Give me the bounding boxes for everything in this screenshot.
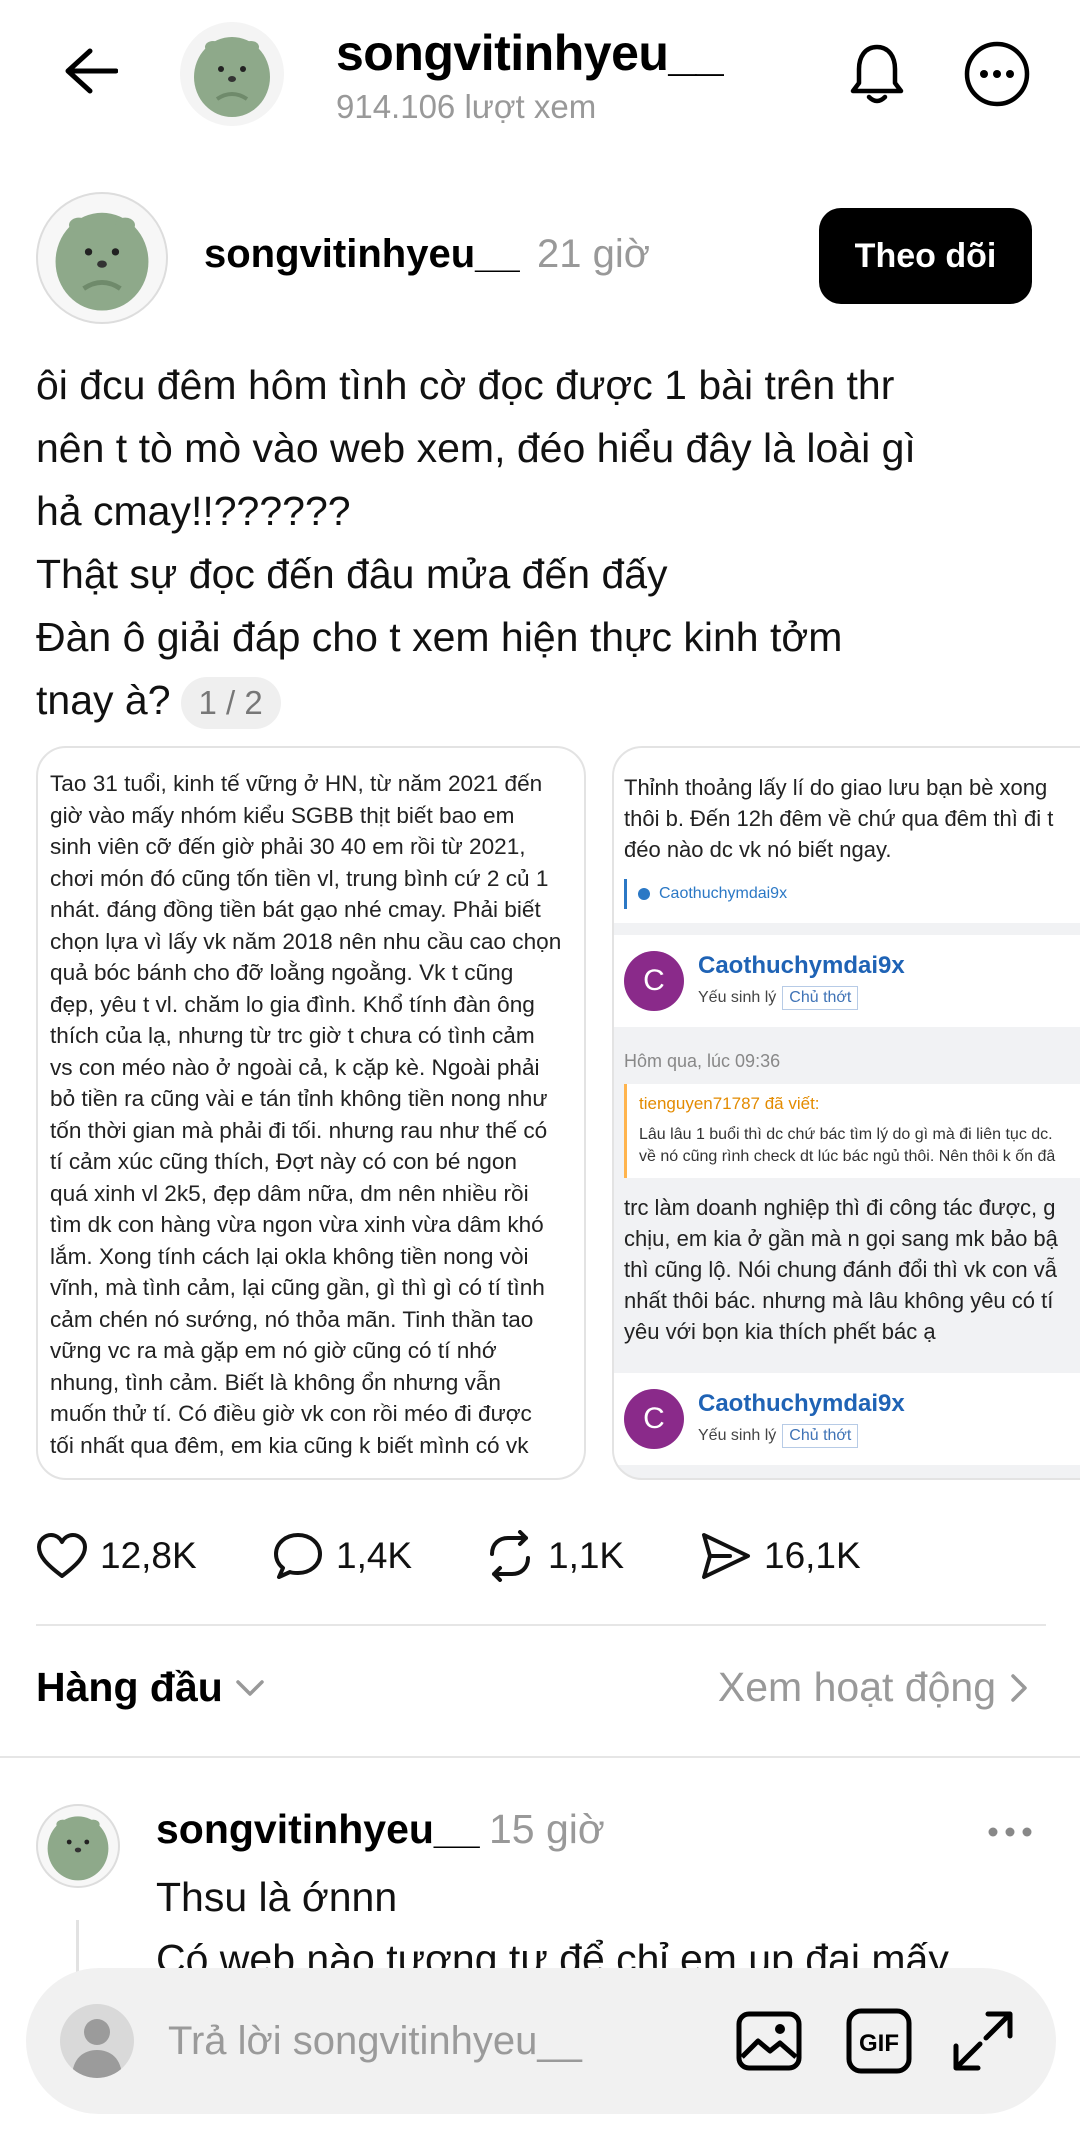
sort-dropdown[interactable]: Hàng đầu <box>36 1664 265 1711</box>
notifications-button[interactable] <box>842 36 912 112</box>
reply-author-avatar[interactable] <box>36 1804 120 1888</box>
forum-user-name: Caothuchymdai9x <box>698 952 905 979</box>
forum-user-role: Yếu sinh lý <box>698 989 777 1006</box>
post-text-line: hả cmay!!?????? <box>36 488 351 534</box>
view-activity-link[interactable]: Xem hoạt động <box>718 1664 1028 1711</box>
person-icon <box>72 2019 122 2078</box>
reply-composer: GIF <box>26 1968 1056 2114</box>
divider <box>0 1756 1080 1758</box>
screenshot-text: Tao 31 tuổi, kinh tế vững ở HN, từ năm 2… <box>50 771 562 1458</box>
media-carousel[interactable]: Tao 31 tuổi, kinh tế vững ở HN, từ năm 2… <box>36 746 1080 1482</box>
forum-user-role: Yếu sinh lý <box>698 1427 777 1444</box>
post-body: ôi đcu đêm hôm tình cờ đọc được 1 bài tr… <box>36 354 1046 732</box>
post-text-line: Đàn ô giải đáp cho t xem hiện thực kinh … <box>36 614 843 660</box>
forum-user-badge: Chủ thớt <box>782 986 859 1010</box>
like-count: 12,8K <box>100 1535 197 1576</box>
post-actions: 12,8K 1,4K 1,1K 16,1K <box>36 1522 1046 1590</box>
forum-post-date: Hôm qua, lúc 09:36 <box>624 1051 781 1071</box>
divider <box>36 1624 1046 1626</box>
heart-icon <box>37 1533 87 1578</box>
sort-label: Hàng đầu <box>36 1664 223 1710</box>
avatar-image <box>55 212 149 311</box>
reply-timestamp: 15 giờ <box>489 1806 605 1852</box>
forum-quote-link: Caothuchymdai9x <box>624 879 797 909</box>
forum-user-block: C Caothuchymdai9x Yếu sinh lý Chủ thớt <box>614 935 1080 1027</box>
comment-button[interactable]: 1,4K <box>272 1522 412 1590</box>
share-button[interactable]: 16,1K <box>700 1522 861 1590</box>
comment-count: 1,4K <box>336 1535 413 1576</box>
more-options-button[interactable] <box>963 40 1031 108</box>
expand-button[interactable] <box>946 2004 1020 2078</box>
page-title: songvitinhyeu__ <box>336 25 724 81</box>
like-button[interactable]: 12,8K <box>36 1522 197 1590</box>
chevron-down-icon <box>236 1679 264 1696</box>
profile-avatar[interactable] <box>180 22 284 126</box>
view-activity-label: Xem hoạt động <box>717 1664 996 1710</box>
chevron-right-icon <box>1011 1673 1027 1702</box>
attach-photo-button[interactable] <box>732 2004 806 2078</box>
image-counter-badge: 1 / 2 <box>180 677 281 730</box>
share-count: 16,1K <box>764 1535 861 1576</box>
forum-text: Thỉnh thoảng lấy lí do giao lưu bạn bè x… <box>624 775 1054 862</box>
post-image-2[interactable]: Thỉnh thoảng lấy lí do giao lưu bạn bè x… <box>612 746 1080 1480</box>
avatar-image <box>47 1816 109 1881</box>
forum-user-avatar: C <box>624 951 684 1011</box>
forum-user-avatar: C <box>624 1389 684 1449</box>
post-text-line: nên t tò mò vào web xem, đéo hiểu đây là… <box>36 425 916 471</box>
view-count: 914.106 lượt xem <box>336 88 597 125</box>
expand-icon <box>953 2011 1013 2071</box>
send-icon <box>702 1533 750 1579</box>
forum-text: trc làm doanh nghiệp thì đi công tác đượ… <box>624 1195 1058 1344</box>
repost-button[interactable]: 1,1K <box>484 1522 624 1590</box>
post-text-line: Thật sự đọc đến đâu mửa đến đấy <box>36 551 668 597</box>
forum-reply-block: trc làm doanh nghiệp thì đi công tác đượ… <box>614 1178 1080 1361</box>
reply-author-name[interactable]: songvitinhyeu__ <box>156 1806 480 1853</box>
forum-user-badge: Chủ thớt <box>782 1424 859 1448</box>
reply-input[interactable] <box>168 2014 688 2068</box>
avatar-image <box>194 37 270 117</box>
post-image-1[interactable]: Tao 31 tuổi, kinh tế vững ở HN, từ năm 2… <box>36 746 586 1480</box>
post-timestamp: 21 giờ <box>537 232 650 276</box>
repost-count: 1,1K <box>548 1535 625 1576</box>
post-text-line: tnay à? 1 / 2 <box>36 669 1046 732</box>
gif-button[interactable]: GIF <box>842 2004 916 2078</box>
back-button[interactable] <box>56 36 126 106</box>
reply-more-button[interactable] <box>980 1812 1040 1852</box>
reply-text: Thsu là ớnnn <box>156 1874 398 1920</box>
forum-user-name: Caothuchymdai9x <box>698 1390 905 1417</box>
post-text-line: ôi đcu đêm hôm tình cờ đọc được 1 bài tr… <box>36 362 895 408</box>
forum-user-block: C Caothuchymdai9x Yếu sinh lý Chủ thớt <box>614 1373 1080 1465</box>
post-text-last: tnay à? <box>36 677 171 723</box>
forum-quote: tienguyen71787 đã viết: Lâu lâu 1 buổi t… <box>624 1084 1080 1178</box>
more-horizontal-icon <box>964 41 1030 107</box>
follow-button[interactable]: Theo dõi <box>819 208 1032 304</box>
top-bar: songvitinhyeu__ 914.106 lượt xem <box>0 0 1080 150</box>
repost-icon <box>490 1530 530 1582</box>
arrow-left-icon <box>65 48 118 94</box>
comment-icon <box>274 1533 322 1579</box>
gif-icon: GIF <box>846 2008 912 2074</box>
user-avatar <box>60 2004 134 2078</box>
post-author-name[interactable]: songvitinhyeu__ <box>204 232 520 277</box>
bell-icon <box>850 44 904 104</box>
post-author-avatar[interactable] <box>36 192 168 324</box>
info-icon <box>638 888 650 900</box>
more-horizontal-icon <box>988 1827 1032 1837</box>
svg-text:GIF: GIF <box>859 2030 899 2057</box>
image-icon <box>736 2011 802 2071</box>
forum-post-block: Thỉnh thoảng lấy lí do giao lưu bạn bè x… <box>614 758 1080 923</box>
